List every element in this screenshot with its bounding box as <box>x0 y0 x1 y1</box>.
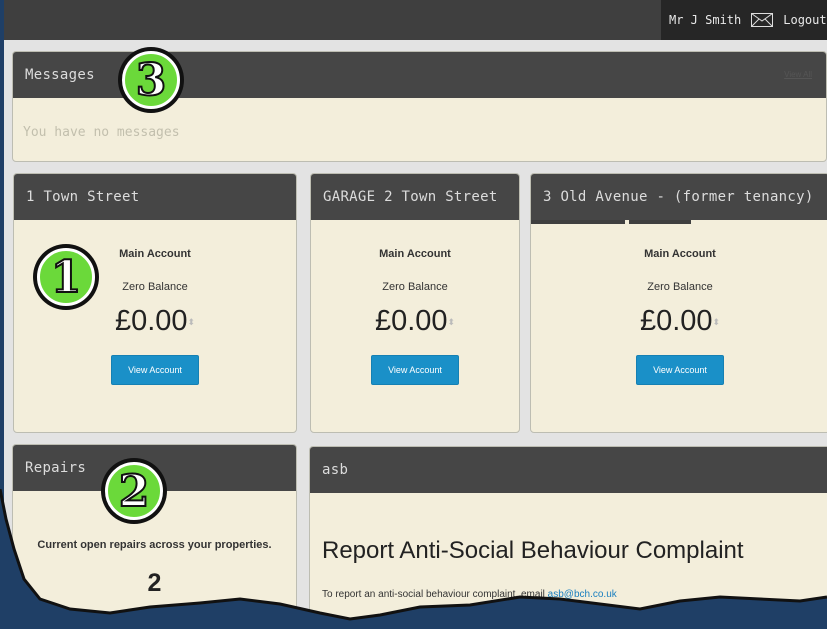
asb-header: asb <box>310 447 827 493</box>
account-card-title: GARAGE 2 Town Street <box>323 189 498 205</box>
sort-arrows-icon: ⬍ <box>447 316 456 327</box>
user-name[interactable]: Mr J Smith <box>669 13 741 27</box>
sort-arrows-icon: ⬍ <box>187 316 196 327</box>
envelope-icon[interactable] <box>751 13 774 27</box>
tab-strip <box>531 220 827 227</box>
logout-link[interactable]: Logout <box>783 13 826 27</box>
sort-arrows-icon: ⬍ <box>712 316 721 327</box>
view-account-button[interactable]: View Account <box>111 355 199 385</box>
account-card-title: 3 Old Avenue - (former tenancy) <box>543 189 814 205</box>
account-card-header: GARAGE 2 Town Street <box>311 174 519 220</box>
number-badge-3: 3 <box>118 47 184 113</box>
balance-amount: £0.00⬍ <box>639 305 721 337</box>
repairs-title: Repairs <box>25 460 87 476</box>
account-label: Main Account <box>644 248 716 260</box>
balance-status: Zero Balance <box>647 281 713 293</box>
tab-indicator[interactable] <box>531 220 625 224</box>
account-card-header: 1 Town Street <box>14 174 296 220</box>
number-badge-1: 1 <box>33 244 99 310</box>
torn-edge-decoration <box>0 489 827 629</box>
account-card-header: 3 Old Avenue - (former tenancy) <box>531 174 827 220</box>
account-label: Main Account <box>379 248 451 260</box>
balance-amount: £0.00⬍ <box>374 305 456 337</box>
user-area: Mr J Smith Logout <box>661 0 827 40</box>
asb-title: asb <box>322 462 349 478</box>
account-card-title: 1 Town Street <box>26 189 140 205</box>
view-all-link[interactable]: View All <box>784 70 812 79</box>
view-account-button[interactable]: View Account <box>371 355 459 385</box>
balance-status: Zero Balance <box>382 281 448 293</box>
account-card-2: GARAGE 2 Town Street Main Account Zero B… <box>310 173 520 433</box>
account-card-3: 3 Old Avenue - (former tenancy) Main Acc… <box>530 173 827 433</box>
view-account-button[interactable]: View Account <box>636 355 724 385</box>
balance-amount: £0.00⬍ <box>114 305 196 337</box>
top-bar: Mr J Smith Logout <box>4 0 827 40</box>
messages-title: Messages <box>25 67 95 83</box>
tab-indicator[interactable] <box>629 220 691 224</box>
